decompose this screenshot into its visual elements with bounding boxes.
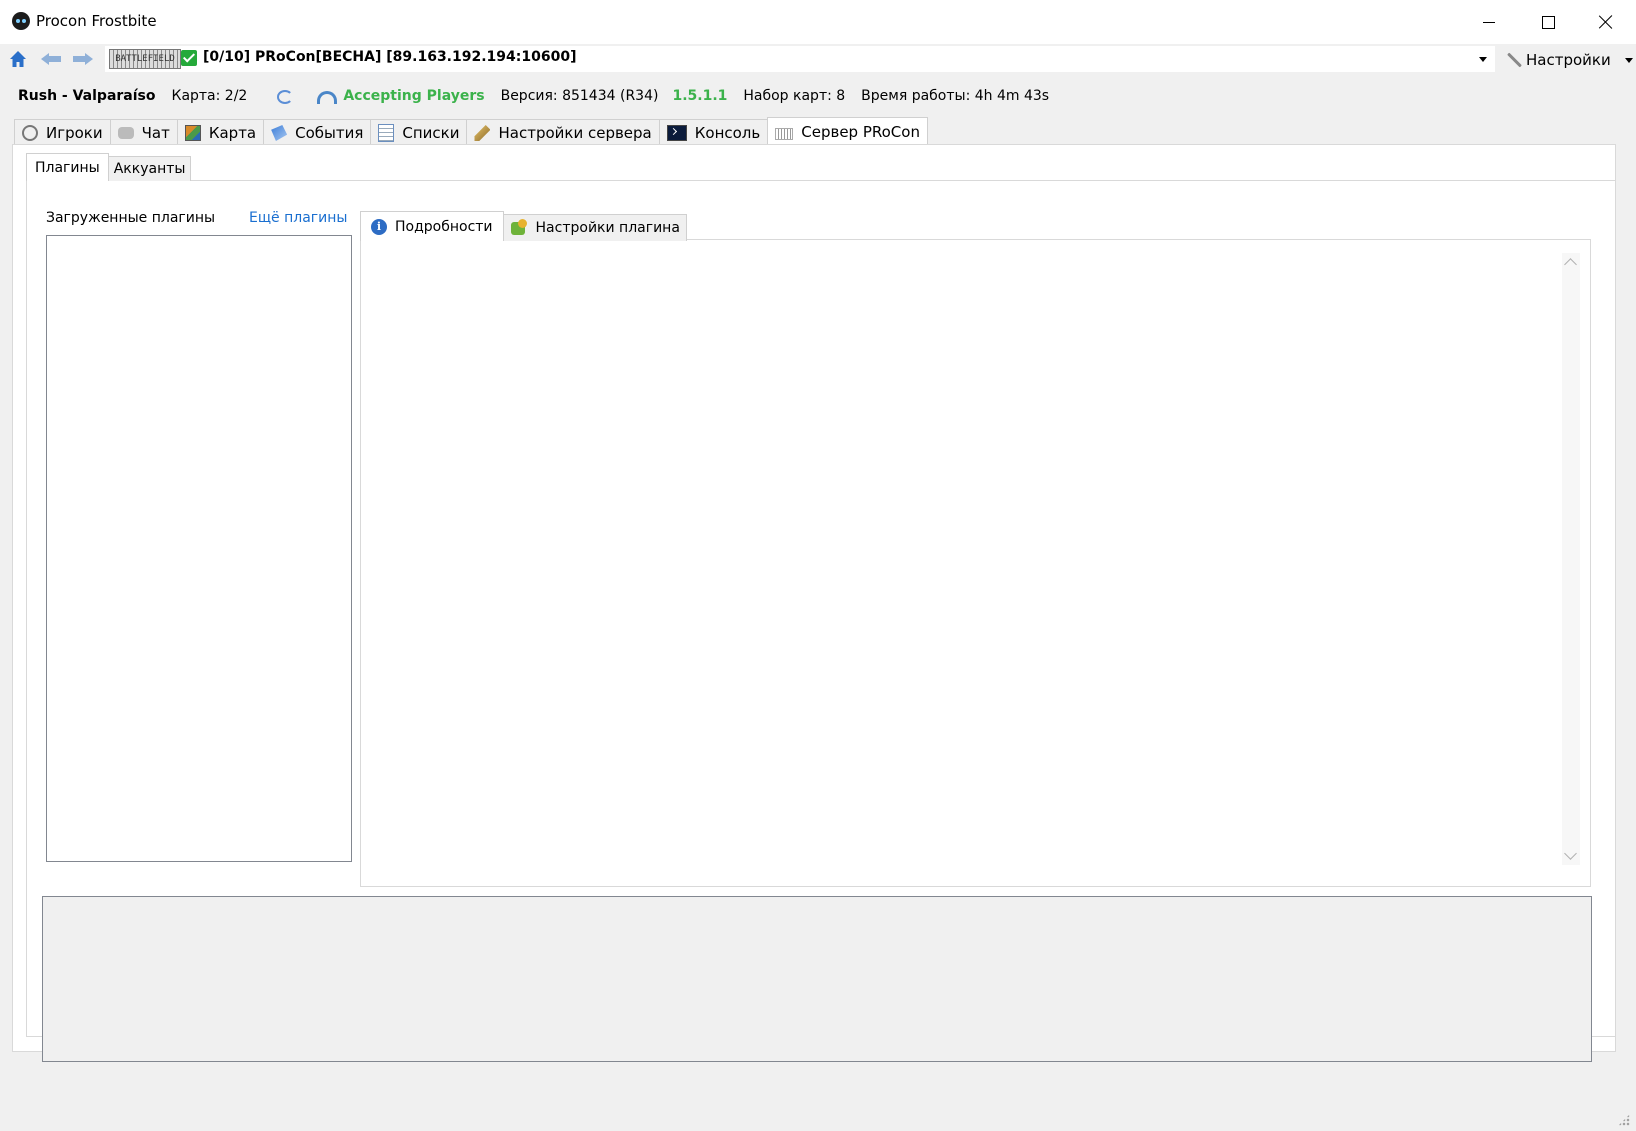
tab-label: Игроки <box>46 124 103 142</box>
accepting-players-icon <box>315 88 338 104</box>
procon-app-icon <box>12 12 30 30</box>
tab-accounts[interactable]: Аккуанты <box>107 156 192 181</box>
tab-label: Списки <box>402 124 460 142</box>
info-icon: i <box>371 218 387 235</box>
tab-lists[interactable]: Списки <box>370 119 468 146</box>
tab-plugins[interactable]: Плагины <box>26 153 109 181</box>
tab-label: Консоль <box>694 124 761 142</box>
connected-check-icon <box>181 50 197 66</box>
status-bar <box>0 1100 1636 1131</box>
battlefield-logo: BATTLEFIELD <box>109 49 181 69</box>
sub-tabs: Плагины Аккуанты <box>26 153 192 181</box>
settings-label: Настройки <box>1526 51 1611 69</box>
tab-label: Карта <box>208 124 257 142</box>
plugin-details-view[interactable] <box>366 245 1566 880</box>
tab-plugin-settings[interactable]: Настройки плагина <box>502 214 687 241</box>
close-icon <box>1599 15 1613 29</box>
tab-events[interactable]: События <box>263 119 372 146</box>
forward-arrow-icon[interactable] <box>72 52 94 66</box>
scroll-down-icon[interactable] <box>1564 847 1577 860</box>
players-icon <box>22 125 38 141</box>
tab-label: Сервер PRoCon <box>801 123 920 141</box>
server-status: Accepting Players <box>343 88 485 104</box>
plugin-detail-tabs: i Подробности Настройки плагина <box>360 211 687 241</box>
tab-chat[interactable]: Чат <box>109 119 178 146</box>
refresh-icon[interactable] <box>275 88 294 104</box>
server-select[interactable]: BATTLEFIELD [0/10] PRoCon[BECHA] [89.163… <box>105 46 1495 72</box>
uptime: Время работы: 4h 4m 43s <box>861 88 1050 104</box>
server-name: [0/10] PRoCon[BECHA] [89.163.192.194:106… <box>203 49 577 65</box>
settings-menu-button[interactable]: Настройки <box>1506 48 1633 72</box>
tab-label: Настройки сервера <box>498 124 652 142</box>
loaded-plugins-list[interactable] <box>46 235 352 862</box>
map-count: Карта: 2/2 <box>171 88 248 104</box>
back-arrow-icon[interactable] <box>40 52 62 66</box>
scroll-up-icon[interactable] <box>1564 258 1577 271</box>
console-icon <box>666 125 687 141</box>
window-title: Procon Frostbite <box>36 12 157 30</box>
server-settings-icon <box>474 125 491 141</box>
tab-map[interactable]: Карта <box>176 119 265 146</box>
wrench-icon <box>1506 52 1522 68</box>
current-map: Rush - Valparaíso <box>18 88 156 104</box>
tab-label: События <box>295 124 364 142</box>
map-icon <box>184 125 201 141</box>
tab-label: Чат <box>141 124 170 142</box>
main-tabs: Игроки Чат Карта События Списки Настройк… <box>14 117 928 146</box>
procon-version: 1.5.1.1 <box>672 88 728 104</box>
maximize-icon <box>1541 15 1555 29</box>
tab-console[interactable]: Консоль <box>658 119 769 146</box>
tab-procon-server[interactable]: Сервер PRoCon <box>767 117 928 146</box>
close-button[interactable] <box>1578 0 1634 44</box>
home-icon[interactable] <box>9 50 27 68</box>
minimize-icon <box>1483 21 1495 23</box>
plugin-output-box[interactable] <box>42 896 1592 1062</box>
map-set: Набор карт: 8 <box>743 88 846 104</box>
loaded-plugins-label: Загруженные плагины <box>46 210 216 226</box>
tab-server-settings[interactable]: Настройки сервера <box>466 119 660 146</box>
chevron-down-icon <box>1624 57 1633 63</box>
server-info-bar: Rush - Valparaíso Карта: 2/2 Accepting P… <box>18 86 1049 106</box>
more-plugins-link[interactable]: Ещё плагины <box>249 210 347 226</box>
tab-label: Подробности <box>395 218 493 235</box>
minimize-button[interactable] <box>1461 0 1517 44</box>
title-bar: Procon Frostbite <box>0 0 1636 44</box>
events-icon <box>271 125 288 141</box>
puzzle-icon <box>510 219 528 237</box>
procon-server-icon <box>775 128 794 140</box>
app-window: Procon Frostbite BATTLEFIELD [0/10] PRoC… <box>0 0 1636 1131</box>
tab-players[interactable]: Игроки <box>14 119 111 146</box>
tab-label: Настройки плагина <box>535 220 680 236</box>
tab-details[interactable]: i Подробности <box>360 211 504 241</box>
lists-icon <box>378 124 395 142</box>
details-scrollbar[interactable] <box>1562 253 1580 865</box>
server-version: Версия: 851434 (R34) <box>500 88 659 104</box>
chat-icon <box>117 127 134 139</box>
server-dropdown-arrow-icon[interactable] <box>1479 57 1487 62</box>
maximize-button[interactable] <box>1520 0 1576 44</box>
